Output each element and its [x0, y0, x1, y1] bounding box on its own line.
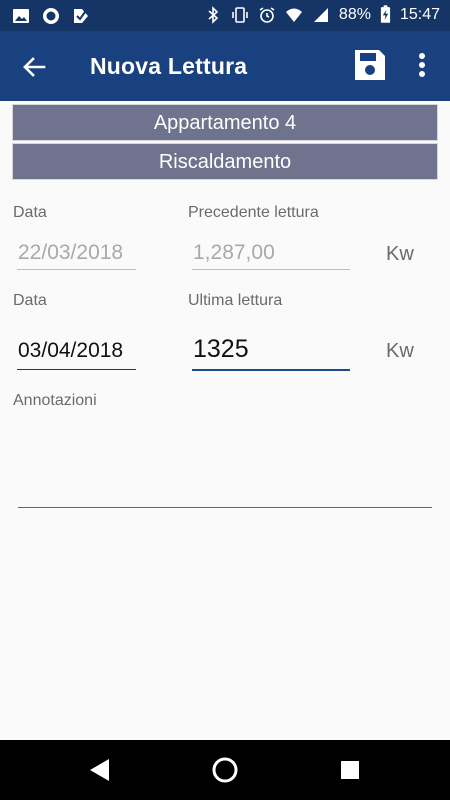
current-reading-label: Ultima lettura	[188, 292, 283, 309]
current-date-label: Data	[13, 292, 47, 309]
notes-textarea[interactable]	[18, 420, 432, 508]
alarm-icon	[259, 6, 275, 23]
image-icon	[13, 9, 29, 23]
check-app-icon	[74, 9, 88, 23]
wifi-icon	[285, 8, 302, 22]
current-date-field[interactable]: 03/04/2018	[17, 334, 136, 370]
notes-label: Annotazioni	[13, 392, 97, 409]
previous-reading-field: 1,287,00	[192, 236, 350, 270]
app-bar: Nuova Lettura	[0, 31, 450, 101]
previous-date-field: 22/03/2018	[17, 236, 136, 270]
save-icon[interactable]	[353, 48, 387, 82]
current-unit: Kw	[386, 340, 414, 362]
back-triangle-icon[interactable]	[86, 756, 114, 784]
previous-date-label: Data	[13, 204, 47, 221]
battery-percent: 88%	[338, 5, 371, 23]
vibrate-icon	[232, 6, 248, 23]
recents-square-icon[interactable]	[336, 756, 364, 784]
battery-charging-icon	[380, 5, 391, 23]
system-nav-bar	[0, 740, 450, 800]
bluetooth-icon	[208, 5, 219, 24]
apartment-header: Appartamento 4	[12, 104, 438, 141]
arrow-back-icon[interactable]	[18, 51, 50, 83]
previous-reading-label: Precedente lettura	[188, 204, 319, 221]
clock: 15:47	[399, 5, 440, 23]
status-bar: 88% 15:47	[0, 0, 450, 31]
page-title: Nuova Lettura	[90, 53, 248, 79]
category-header: Riscaldamento	[12, 143, 438, 180]
previous-unit: Kw	[386, 243, 414, 265]
current-reading-input[interactable]: 1325	[192, 332, 350, 371]
home-circle-icon[interactable]	[211, 756, 239, 784]
signal-icon	[313, 7, 328, 22]
more-vert-icon[interactable]	[408, 49, 436, 83]
circle-app-icon	[43, 8, 59, 24]
